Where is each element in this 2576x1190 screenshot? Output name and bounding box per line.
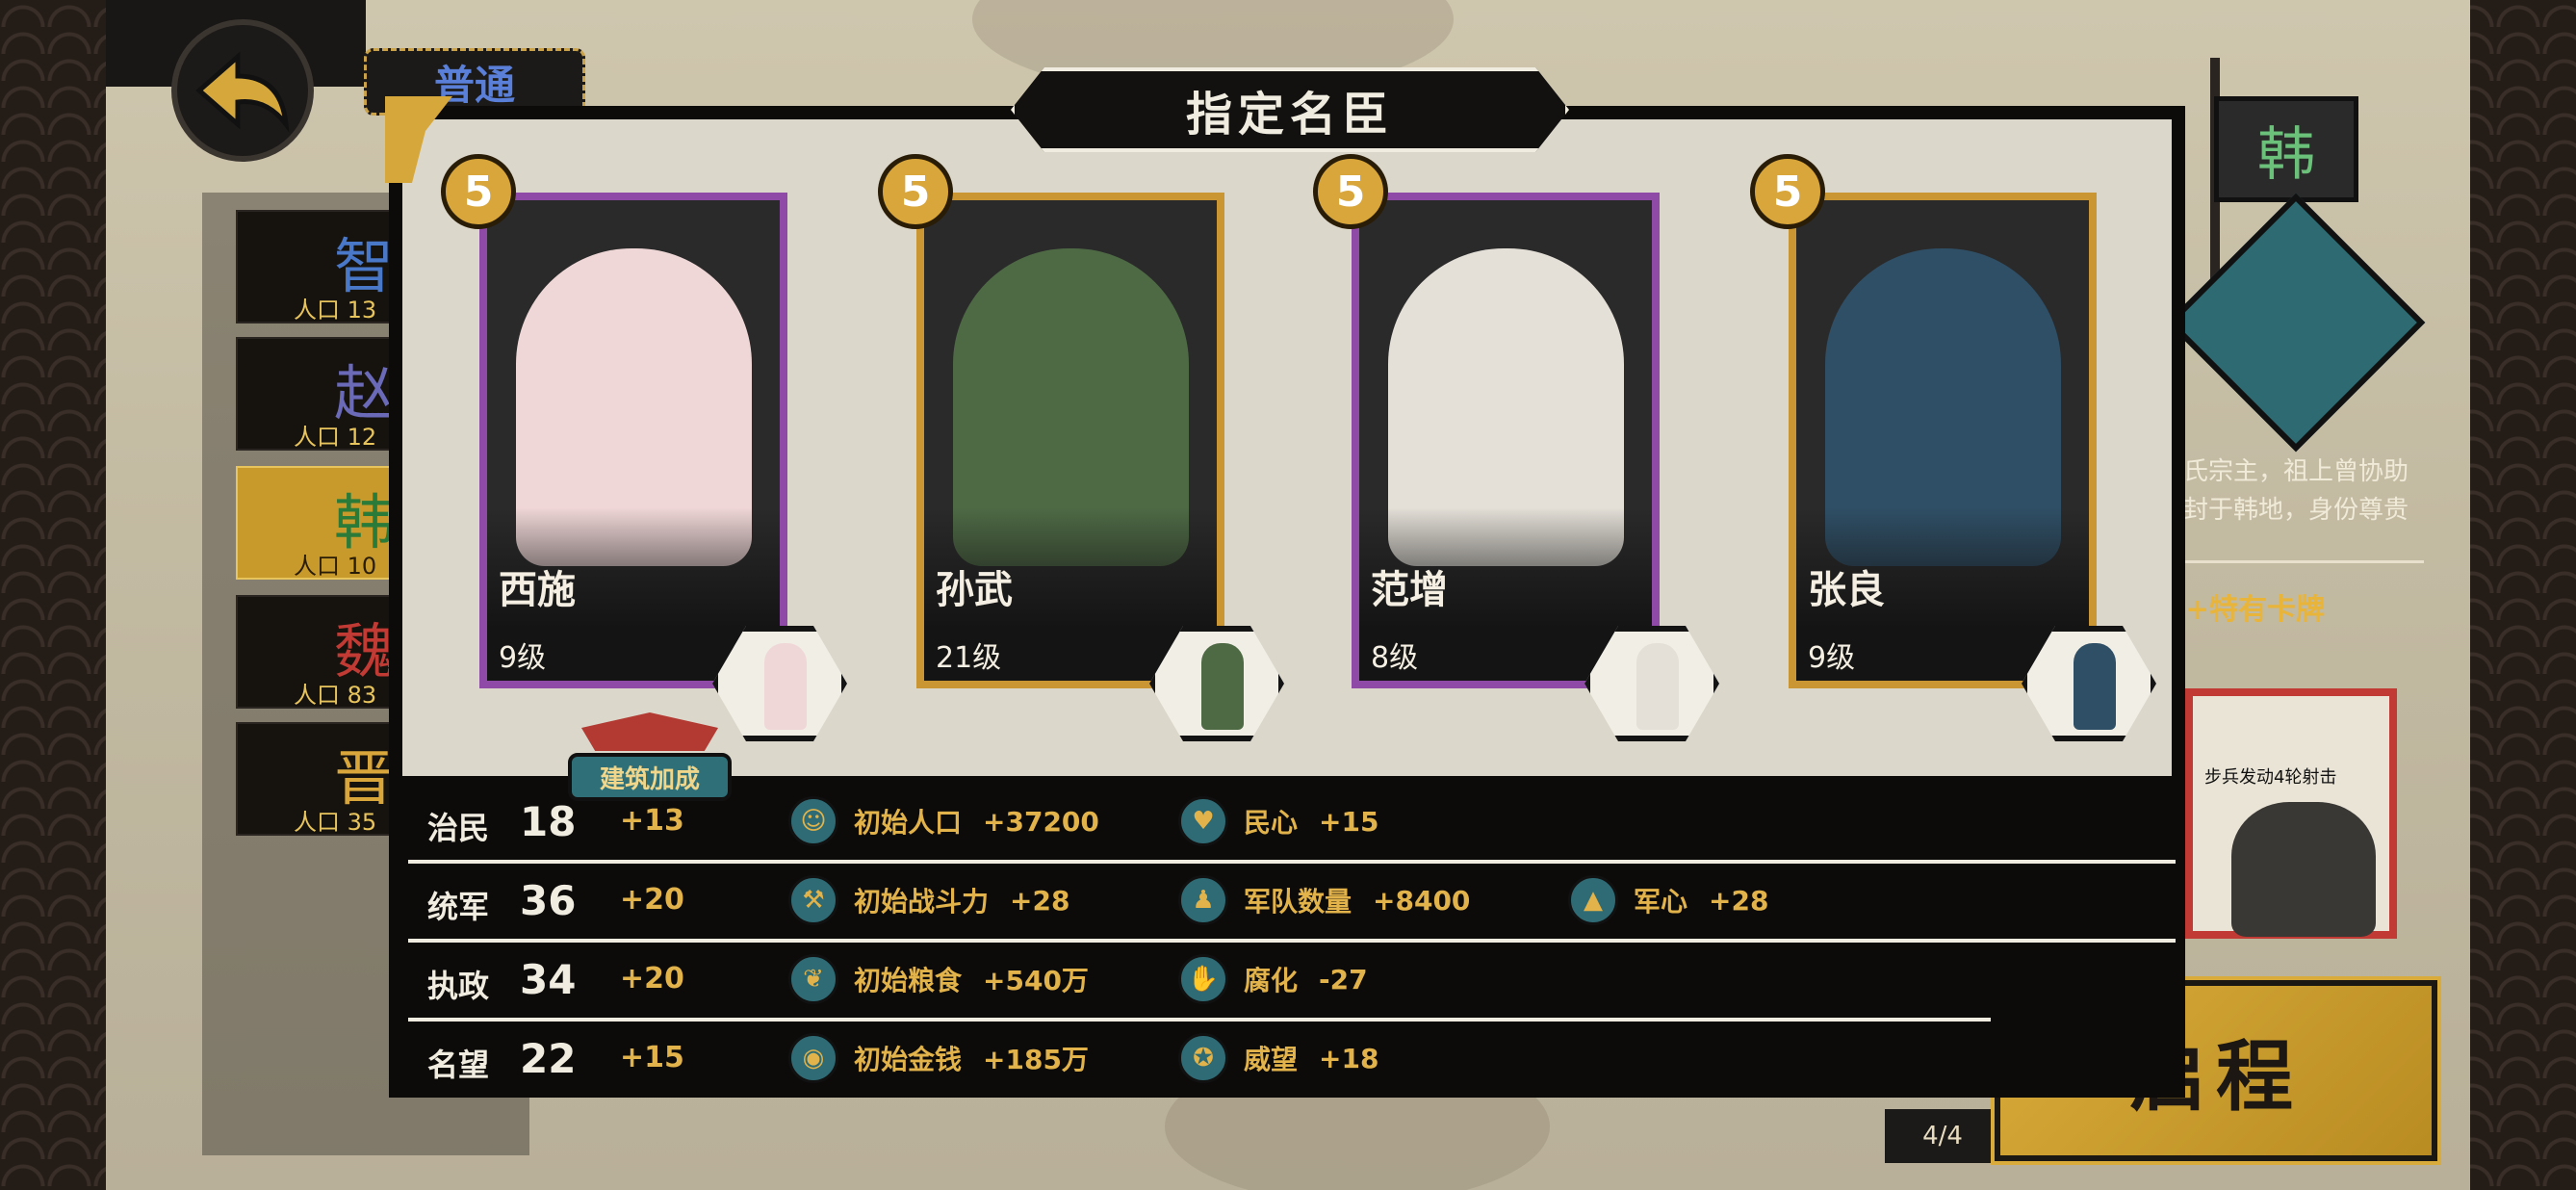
effect-value: +28 (1709, 884, 1769, 917)
heart-icon: ♥ (1178, 796, 1228, 846)
card-art (2231, 802, 2376, 937)
stat-bonus: +20 (620, 962, 684, 996)
effect-value: +28 (1010, 884, 1070, 917)
stat-value: 36 (520, 877, 577, 924)
effect-value: +540万 (983, 965, 1089, 996)
effect-label: 民心 (1244, 807, 1299, 839)
rank-badge-icon: 5 (1750, 154, 1825, 229)
faction-item-wei[interactable]: 魏 人口 83 (236, 595, 399, 709)
hero-card-sunwu[interactable]: 孙武 21级 (916, 193, 1224, 688)
stat-name: 治民 (427, 810, 490, 846)
faction-item-jin[interactable]: 晋 人口 35 (236, 722, 399, 836)
grain-icon: ❦ (788, 954, 838, 1004)
effect-label: 初始战斗力 (854, 886, 990, 918)
effect-initial-power: ⚒ 初始战斗力 +28 (788, 873, 1069, 927)
divider (2183, 560, 2424, 563)
effect-value: +37200 (983, 805, 1099, 838)
hero-level: 8级 (1371, 641, 1419, 675)
hero-card-fanzeng[interactable]: 范增 8级 (1352, 193, 1660, 688)
stat-value: 34 (520, 956, 577, 1003)
corruption-icon: ✋ (1178, 954, 1228, 1004)
hero-name: 孙武 (936, 568, 1013, 612)
hero-name: 张良 (1808, 568, 1885, 612)
effect-initial-population: ☺ 初始人口 +37200 (788, 794, 1099, 848)
card-caption: 步兵发动4轮射击 (2204, 767, 2337, 788)
stat-name: 执政 (427, 968, 490, 1004)
stat-row-reputation: 名望 22 +15 ◉ 初始金钱 +185万 ✪ 威望 +18 (408, 1022, 2176, 1095)
effect-label: 军心 (1634, 886, 1688, 918)
stat-name: 名望 (427, 1047, 490, 1083)
pavilion-icon (581, 712, 718, 751)
faction-item-zhao[interactable]: 赵 人口 12 (236, 337, 399, 451)
effect-value: -27 (1319, 963, 1368, 996)
helmet-icon: ▲ (1568, 875, 1618, 925)
faction-population: 人口 10 (294, 553, 377, 580)
hero-level: 21级 (936, 641, 1002, 675)
hero-level: 9级 (499, 641, 547, 675)
stat-bonus: +20 (620, 883, 684, 917)
stat-name: 统军 (427, 889, 490, 925)
hero-name: 西施 (499, 568, 576, 612)
back-button[interactable] (171, 19, 314, 162)
coin-icon: ◉ (788, 1033, 838, 1083)
effect-label: 军队数量 (1244, 886, 1352, 918)
unique-card-label: +特有卡牌 (2185, 593, 2326, 627)
effect-prestige: ✪ 威望 +18 (1178, 1031, 1378, 1085)
effect-initial-grain: ❦ 初始粮食 +540万 (788, 952, 1089, 1006)
stat-bonus: +13 (620, 804, 684, 838)
page-counter: 4/4 (1885, 1109, 2000, 1163)
faction-banner: 韩 (2214, 96, 2358, 202)
back-arrow-icon (195, 51, 290, 133)
dialog-title: 指定名臣 (1011, 67, 1569, 152)
effect-label: 初始金钱 (854, 1044, 963, 1075)
effect-label: 腐化 (1244, 965, 1299, 996)
faction-item-han[interactable]: 韩 人口 10 (236, 466, 399, 580)
effect-value: +185万 (983, 1044, 1089, 1075)
effect-value: +18 (1319, 1042, 1379, 1074)
effect-label: 威望 (1244, 1044, 1299, 1075)
effect-morale: ▲ 军心 +28 (1568, 873, 1768, 927)
stat-value: 18 (520, 798, 577, 845)
rank-badge-icon: 5 (1313, 154, 1388, 229)
faction-population: 人口 13 (294, 297, 377, 323)
effect-initial-money: ◉ 初始金钱 +185万 (788, 1031, 1089, 1085)
faction-item-zhi[interactable]: 智 人口 13 (236, 210, 399, 323)
building-bonus-badge: 建筑加成 (568, 712, 732, 805)
rank-badge-icon: 5 (441, 154, 516, 229)
stats-table: 治民 18 +13 ☺ 初始人口 +37200 ♥ 民心 +15 统军 36 +… (408, 785, 2176, 1093)
effect-label: 初始粮食 (854, 965, 963, 996)
rank-badge-icon: 5 (878, 154, 953, 229)
hero-name: 范增 (1371, 568, 1448, 612)
effect-label: 初始人口 (854, 807, 963, 839)
stat-row-command: 统军 36 +20 ⚒ 初始战斗力 +28 ♟ 军队数量 +8400 ▲ 军心 … (408, 864, 2176, 937)
unique-card[interactable]: 步兵发动4轮射击 (2185, 688, 2397, 939)
stat-row-administration: 执政 34 +20 ❦ 初始粮食 +540万 ✋ 腐化 -27 (408, 943, 2176, 1016)
stat-bonus: +15 (620, 1041, 684, 1074)
effect-troop-count: ♟ 军队数量 +8400 (1178, 873, 1470, 927)
weapon-icon: ⚒ (788, 875, 838, 925)
hero-level: 9级 (1808, 641, 1856, 675)
faction-population: 人口 83 (294, 682, 377, 709)
faction-population: 人口 12 (294, 424, 377, 451)
prestige-icon: ✪ (1178, 1033, 1228, 1083)
hero-card-zhangliang[interactable]: 张良 9级 (1789, 193, 2097, 688)
faction-population: 人口 35 (294, 809, 377, 836)
troops-icon: ♟ (1178, 875, 1228, 925)
hero-card-xishi[interactable]: 西施 9级 (479, 193, 787, 688)
effect-public-support: ♥ 民心 +15 (1178, 794, 1378, 848)
population-icon: ☺ (788, 796, 838, 846)
faction-description: 氏宗主，祖上曾协助 封于韩地，身份尊贵 (2183, 457, 2409, 525)
effect-corruption: ✋ 腐化 -27 (1178, 952, 1368, 1006)
effect-value: +8400 (1373, 884, 1471, 917)
stat-value: 22 (520, 1035, 577, 1082)
building-bonus-label: 建筑加成 (568, 753, 732, 801)
effect-value: +15 (1319, 805, 1379, 838)
